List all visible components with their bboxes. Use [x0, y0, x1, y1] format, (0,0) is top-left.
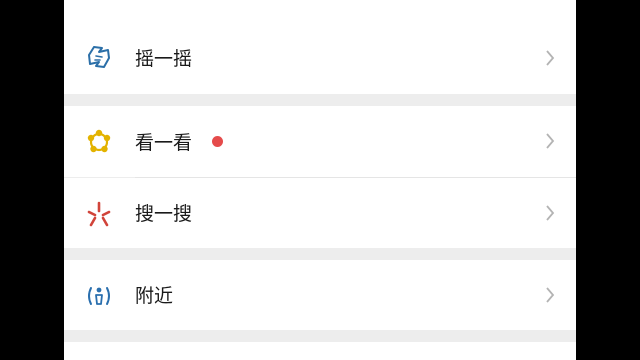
top-stories-icon — [87, 129, 111, 153]
menu-item-label: 看一看 — [135, 132, 193, 154]
menu-item-label: 搜一搜 — [135, 203, 193, 225]
chevron-right-icon — [546, 287, 555, 303]
search-icon — [87, 201, 111, 227]
chevron-right-icon — [546, 50, 555, 66]
partial-icon — [84, 0, 114, 16]
chevron-right-icon — [546, 133, 555, 149]
shake-icon — [88, 46, 110, 68]
menu-item-shake[interactable]: 摇一摇 — [64, 20, 576, 94]
chevron-right-icon — [546, 205, 555, 221]
nearby-icon — [88, 287, 110, 305]
menu-item-label: 摇一摇 — [135, 48, 193, 70]
menu-item-search[interactable]: 搜一搜 — [64, 178, 576, 248]
top-row-partial[interactable] — [64, 0, 576, 20]
menu-item-top-stories[interactable]: 看一看 — [64, 106, 576, 177]
red-dot-badge — [212, 136, 223, 147]
menu-item-label: 附近 — [135, 285, 174, 307]
menu-item-nearby[interactable]: 附近 — [64, 260, 576, 330]
discover-screen: 摇一摇 看一看 搜一搜 附近 — [64, 0, 576, 360]
bottom-row-partial[interactable] — [64, 342, 576, 360]
